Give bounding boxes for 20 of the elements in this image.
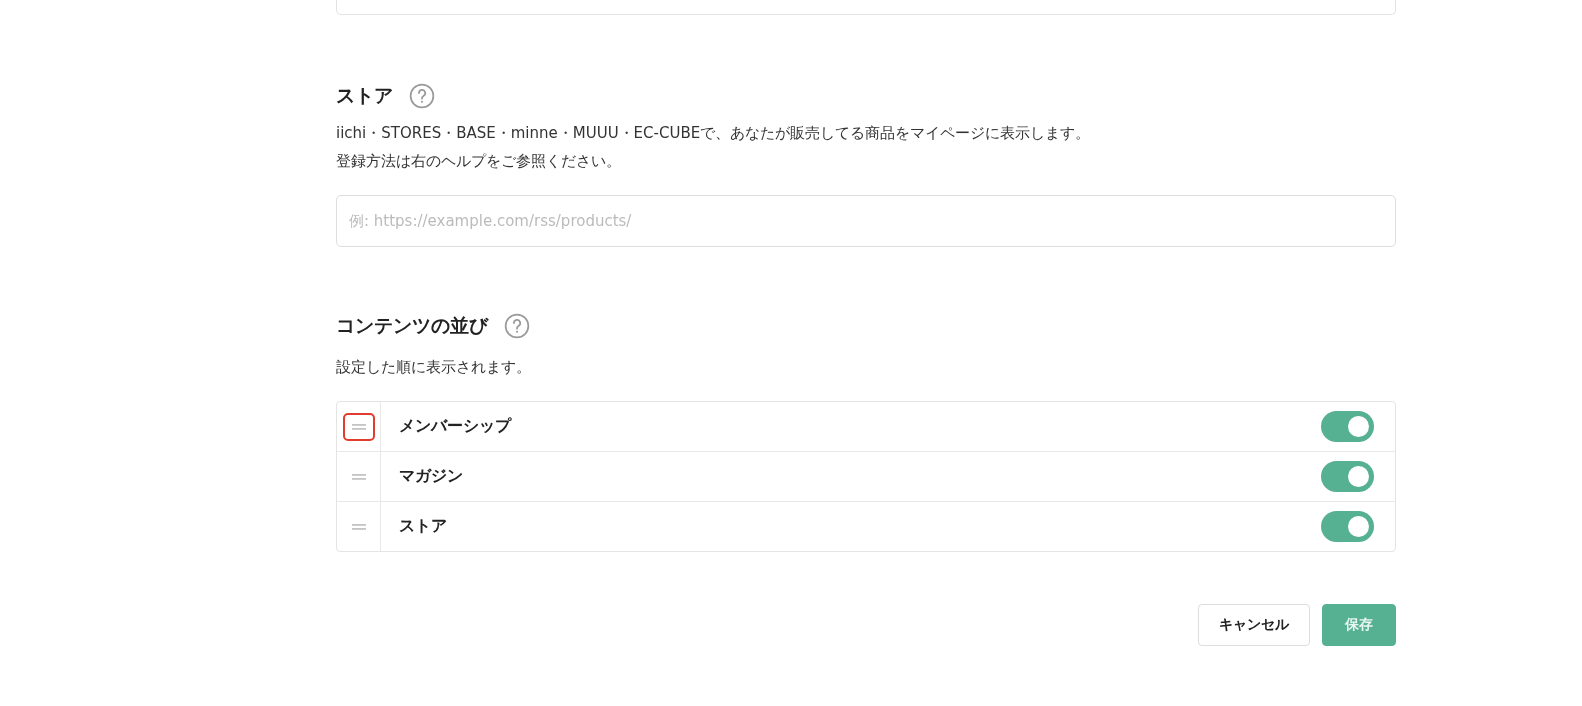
description-text: iichi・STORES・BASE・minne・MUUU・EC-CUBEで、あなたが販売してる商品をマイページに表示します。 [336, 123, 1092, 144]
content-label: メンバーシップ [399, 416, 513, 437]
section-title: ストア [336, 83, 393, 108]
url-input-field[interactable]: 例: https://example.com/rss/products/ [336, 195, 1396, 247]
help-icon[interactable] [504, 313, 530, 339]
drag-handle[interactable] [342, 412, 375, 441]
drag-handle-icon [351, 523, 366, 530]
text-field[interactable] [336, 0, 1396, 15]
toggle-switch[interactable] [1321, 411, 1374, 442]
drag-handle-icon [351, 473, 366, 480]
help-icon[interactable] [409, 83, 435, 109]
toggle-switch[interactable] [1321, 511, 1374, 542]
description-text: 登録方法は右のヘルプをご参照ください。 [336, 151, 622, 172]
content-label: ストア [399, 516, 448, 537]
drag-handle-icon [351, 423, 366, 430]
description-text: 設定した順に表示されます。 [336, 357, 532, 378]
content-label: マガジン [399, 466, 464, 487]
cancel-button[interactable]: キャンセル [1198, 604, 1310, 646]
section-title: コンテンツの並び [336, 313, 488, 338]
toggle-switch[interactable] [1321, 461, 1374, 492]
